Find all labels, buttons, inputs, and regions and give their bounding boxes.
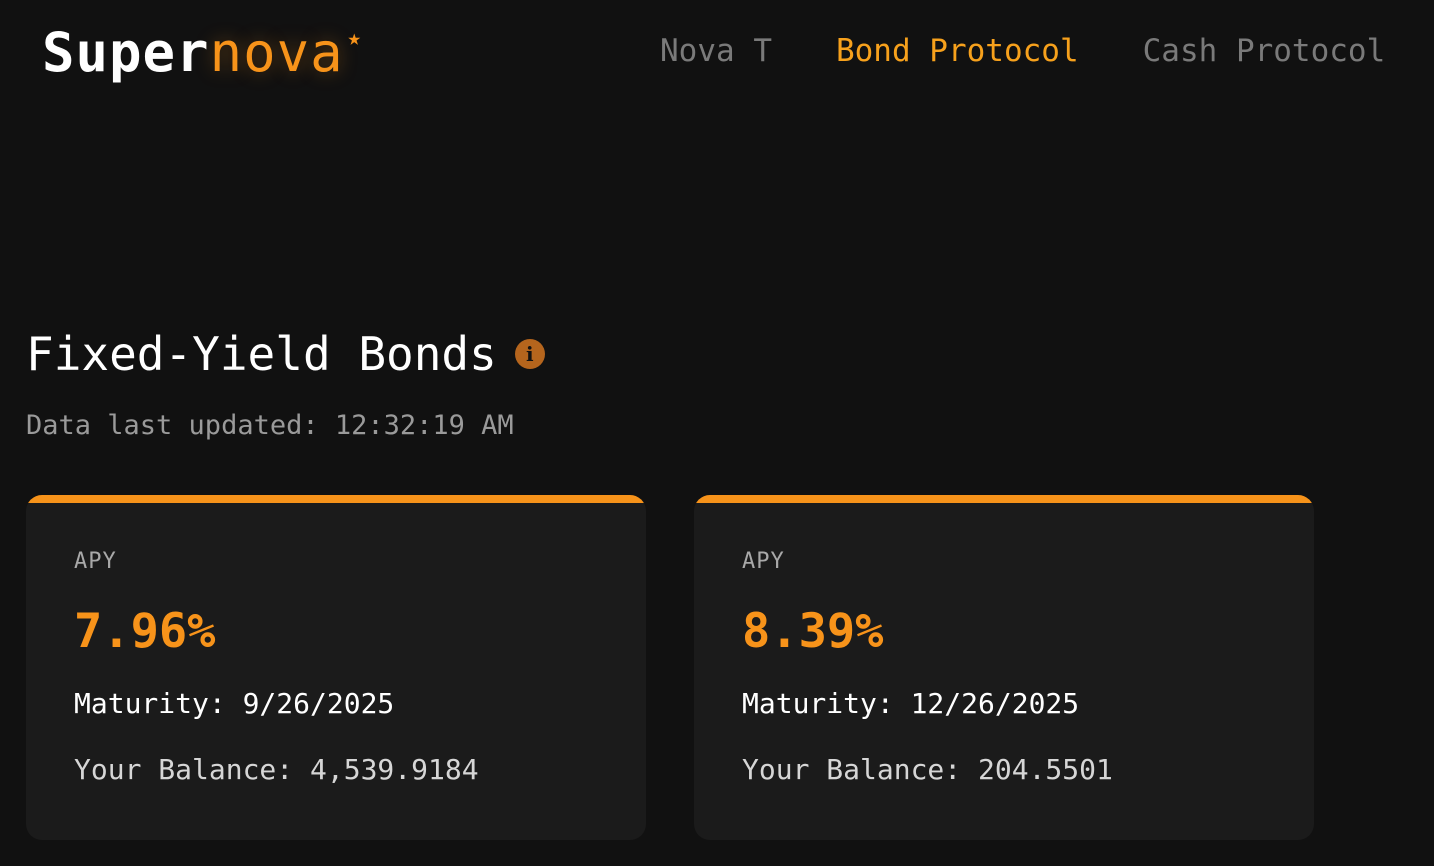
page-title: Fixed-Yield Bonds xyxy=(26,327,497,381)
apy-value: 7.96% xyxy=(74,604,216,659)
page: Super nova ★ Nova T Bond Protocol Cash P… xyxy=(0,0,1434,866)
apy-label: APY xyxy=(74,549,117,574)
bond-card[interactable]: APY 8.39% Maturity: 12/26/2025 Your Bala… xyxy=(694,495,1314,840)
nav-item-cash-protocol[interactable]: Cash Protocol xyxy=(1143,31,1386,71)
star-icon: ★ xyxy=(347,26,362,51)
supernova-logo[interactable]: Super nova ★ xyxy=(42,20,362,86)
nav-item-bond-protocol[interactable]: Bond Protocol xyxy=(836,31,1079,71)
last-updated-text: Data last updated: 12:32:19 AM xyxy=(26,410,514,441)
logo-text-nova: nova xyxy=(209,21,344,84)
balance-text: Your Balance: 204.5501 xyxy=(742,753,1113,786)
balance-text: Your Balance: 4,539.9184 xyxy=(74,753,479,786)
apy-value: 8.39% xyxy=(742,604,884,659)
nav-item-nova-t[interactable]: Nova T xyxy=(660,31,772,71)
maturity-text: Maturity: 9/26/2025 xyxy=(74,687,395,720)
top-nav: Nova T Bond Protocol Cash Protocol xyxy=(660,31,1385,71)
bond-card[interactable]: APY 7.96% Maturity: 9/26/2025 Your Balan… xyxy=(26,495,646,840)
logo-text-super: Super xyxy=(42,21,210,84)
maturity-text: Maturity: 12/26/2025 xyxy=(742,687,1080,720)
title-row: Fixed-Yield Bonds i xyxy=(26,326,545,382)
info-icon[interactable]: i xyxy=(514,339,545,369)
apy-label: APY xyxy=(742,549,785,574)
